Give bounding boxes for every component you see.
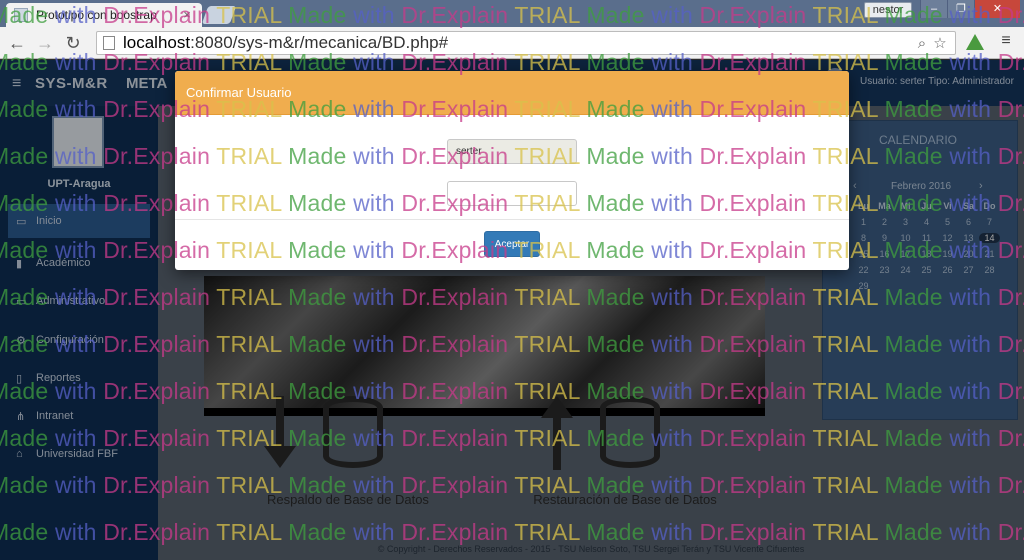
- url-path: :8080/sys-m&r/mecanica/BD.php#: [190, 33, 449, 52]
- tab-strip: Prototipo con boostrap × nestor – ❐ ✕: [0, 0, 1024, 27]
- url-text[interactable]: localhost:8080/sys-m&r/mecanica/BD.php#: [123, 33, 913, 53]
- tab-close-icon[interactable]: ×: [180, 8, 194, 22]
- modal-header: Confirmar Usuario: [175, 71, 849, 115]
- back-icon[interactable]: ←: [6, 32, 28, 54]
- modal-body: [175, 115, 849, 220]
- confirm-user-modal: Confirmar Usuario Aceptar: [175, 71, 849, 270]
- zoom-icon[interactable]: ⌕: [913, 35, 931, 52]
- browser-menu-icon[interactable]: ≡: [998, 33, 1014, 50]
- page-icon: [103, 36, 115, 50]
- browser-window: Prototipo con boostrap × nestor – ❐ ✕ ← …: [0, 0, 1024, 560]
- modal-title: Confirmar Usuario: [186, 85, 292, 100]
- new-tab-button[interactable]: [201, 6, 237, 24]
- browser-toolbar: ← → ↻ localhost:8080/sys-m&r/mecanica/BD…: [0, 27, 1024, 59]
- window-close-icon[interactable]: ✕: [974, 0, 1020, 18]
- url-host: localhost: [123, 33, 191, 52]
- password-field[interactable]: [447, 181, 577, 206]
- window-controls: – ❐ ✕: [920, 0, 1020, 18]
- forward-icon[interactable]: →: [34, 32, 56, 54]
- address-bar[interactable]: localhost:8080/sys-m&r/mecanica/BD.php# …: [96, 31, 956, 55]
- browser-tab[interactable]: Prototipo con boostrap ×: [6, 3, 202, 27]
- minimize-icon[interactable]: –: [920, 0, 947, 18]
- profile-badge[interactable]: nestor: [864, 2, 912, 18]
- username-field[interactable]: [447, 139, 577, 164]
- web-page: ≡ SYS-M&R META Usuario: serter Tipo: Adm…: [0, 60, 1024, 560]
- modal-footer: Aceptar: [175, 220, 849, 270]
- google-drive-icon[interactable]: [966, 34, 984, 50]
- reload-icon[interactable]: ↻: [62, 32, 84, 54]
- tab-title: Prototipo con boostrap: [36, 8, 157, 22]
- page-favicon-icon: [14, 8, 28, 22]
- bookmark-star-icon[interactable]: ☆: [931, 34, 949, 52]
- accept-button[interactable]: Aceptar: [484, 231, 540, 257]
- restore-icon[interactable]: ❐: [947, 0, 974, 18]
